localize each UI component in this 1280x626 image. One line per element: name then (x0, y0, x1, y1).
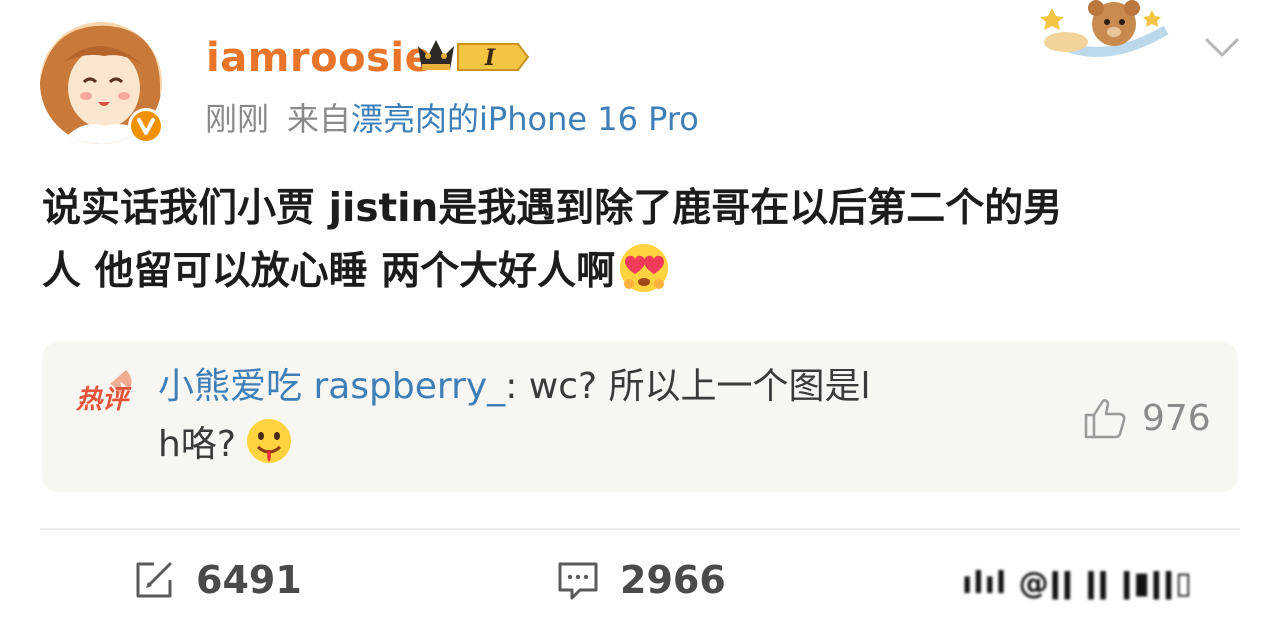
verified-icon (128, 108, 164, 144)
watermark: ılıl @ǀǀ ǀǀ ǀ▮ǀǀ▯ (962, 566, 1193, 601)
post-meta: 刚刚 来自漂亮肉的iPhone 16 Pro (205, 96, 699, 142)
hot-comment-label: 热评 (75, 385, 132, 415)
thumbs-up-icon (1084, 399, 1126, 439)
comment-content-line1: : wc? 所以上一个图是l (505, 366, 871, 407)
comment-count: 2966 (620, 558, 726, 602)
hot-comment[interactable]: 热评 小熊爱吃 raspberry_: wc? 所以上一个图是l h咯? 976 (42, 342, 1238, 492)
crown-badge-icon[interactable]: I (414, 34, 532, 80)
bear-sticker-icon (1040, 0, 1169, 57)
comment-button[interactable]: 2966 (556, 556, 726, 604)
chevron-down-icon[interactable] (1203, 34, 1241, 62)
hot-comment-text: 小熊爱吃 raspberry_: wc? 所以上一个图是l h咯? (158, 358, 1038, 474)
post-text: 说实话我们小贾 jistin是我遇到除了鹿哥在以后第二个的男人 他留可以放心睡 … (42, 178, 1242, 303)
source-device[interactable]: 漂亮肉的iPhone 16 Pro (351, 100, 699, 138)
heart-eyes-emoji-icon (620, 244, 669, 292)
repost-count: 6491 (196, 558, 302, 602)
comment-icon (558, 562, 598, 600)
like-button[interactable]: 976 (1082, 394, 1211, 442)
like-count: 976 (1142, 397, 1211, 439)
post-text-line2: 人 他留可以放心睡 两个大好人啊 (42, 249, 616, 294)
repost-icon (136, 562, 172, 598)
post-time: 刚刚 (205, 100, 270, 138)
source-prefix: 来自 (287, 100, 352, 138)
drooling-emoji-icon (246, 419, 291, 463)
divider (40, 528, 1240, 530)
comment-author[interactable]: 小熊爱吃 raspberry_ (158, 366, 505, 407)
post-text-line1: 说实话我们小贾 jistin是我遇到除了鹿哥在以后第二个的男 (42, 186, 1063, 231)
username[interactable]: iamroosie (206, 30, 432, 86)
badge-level: I (484, 45, 496, 71)
hot-comment-icon: 热评 (75, 370, 132, 415)
repost-button[interactable]: 6491 (132, 556, 302, 604)
comment-content-line2: h咯? (158, 424, 236, 465)
